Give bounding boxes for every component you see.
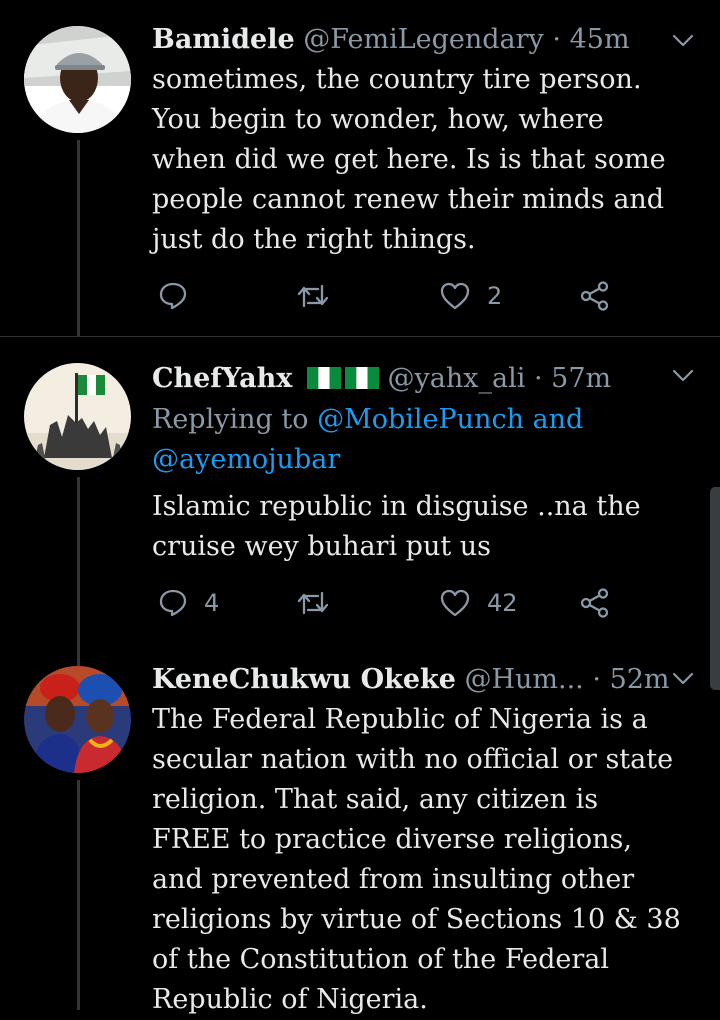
tweet-text-line: Islamic republic in disguise ..na the	[152, 491, 641, 522]
tweet-text: Islamic republic in disguise ..na the cr…	[152, 487, 697, 567]
tweet-text-line: just do the right things.	[152, 224, 476, 255]
replying-line: Replying to @MobilePunch and	[152, 400, 697, 440]
display-name[interactable]: Bamidele	[152, 24, 295, 55]
tweet-header: KeneChukwu Okeke @Hum... · 52m	[152, 660, 704, 700]
like-count: 42	[487, 589, 518, 617]
timestamp[interactable]: 57m	[551, 363, 611, 394]
tweet-text-line: FREE to practice diverse religions,	[152, 824, 632, 855]
avatar-bamidele[interactable]	[24, 26, 131, 133]
like-count: 2	[487, 282, 503, 310]
tweet-text: sometimes, the country tire person. You …	[152, 60, 697, 260]
display-name[interactable]: ChefYahx	[152, 363, 292, 394]
share-icon	[580, 281, 609, 311]
avatar-kenechukwu[interactable]	[24, 666, 131, 773]
thread-line	[77, 140, 80, 336]
avatar-chefyahx[interactable]	[24, 363, 131, 470]
tweet-text-line: and prevented from insulting other	[152, 864, 635, 895]
like-icon	[440, 282, 470, 310]
thread-line	[77, 640, 80, 666]
replying-label: Replying to	[152, 404, 309, 435]
thread-line	[77, 477, 80, 640]
reply-icon	[159, 282, 187, 310]
tweet-actions: 2	[152, 276, 622, 316]
tweet-kenechukwu[interactable]: KeneChukwu Okeke @Hum... · 52m The Feder…	[0, 640, 720, 1015]
display-name[interactable]: KeneChukwu Okeke	[152, 664, 456, 695]
separator-dot: ·	[552, 24, 561, 55]
tweet-bamidele[interactable]: Bamidele @FemiLegendary · 45m sometimes,…	[0, 0, 720, 337]
scrollbar[interactable]	[710, 487, 720, 690]
tweet-text-line: religion. That said, any citizen is	[152, 784, 599, 815]
user-handle[interactable]: @yahx_ali	[388, 363, 526, 394]
tweet-text-line: when did we get here. Is is that some	[152, 144, 666, 175]
tweet-text-line: people cannot renew their minds and	[152, 184, 665, 215]
like-button[interactable]: 42	[439, 583, 518, 623]
share-button[interactable]	[579, 276, 611, 316]
tweet-header: ChefYahx @yahx_ali · 57m	[152, 359, 704, 399]
user-handle[interactable]: @FemiLegendary	[303, 24, 544, 55]
mention-link[interactable]: @MobilePunch and	[317, 404, 583, 435]
user-handle[interactable]: @Hum...	[464, 664, 583, 695]
tweet-text-line: of the Constitution of the Federal	[152, 944, 609, 975]
tweet-text-line: cruise wey buhari put us	[152, 531, 492, 562]
retweet-icon	[297, 284, 329, 308]
chevron-down-icon[interactable]	[672, 369, 694, 383]
replying-to: Replying to @MobilePunch and @ayemojubar	[152, 400, 697, 480]
nigeria-flag-icon	[306, 367, 341, 389]
thread-line	[77, 780, 80, 1010]
retweet-icon	[297, 591, 329, 615]
tweet-chefyahx[interactable]: ChefYahx @yahx_ali · 57m Replying to @Mo…	[0, 337, 720, 640]
timestamp[interactable]: 45m	[570, 24, 630, 55]
reply-icon	[159, 589, 187, 617]
tweet-text-line: Republic of Nigeria.	[152, 984, 428, 1015]
like-icon	[440, 589, 470, 617]
tweet-text-line: religions by virtue of Sections 10 & 38	[152, 904, 681, 935]
retweet-button[interactable]	[296, 583, 330, 623]
tweet-text-line: secular nation with no official or state	[152, 744, 674, 775]
timestamp[interactable]: 52m	[610, 664, 670, 695]
tweet-text: The Federal Republic of Nigeria is a sec…	[152, 700, 697, 1020]
share-button[interactable]	[579, 583, 611, 623]
like-button[interactable]: 2	[439, 276, 502, 316]
reply-button[interactable]	[158, 276, 188, 316]
share-icon	[580, 588, 609, 618]
tweet-header: Bamidele @FemiLegendary · 45m	[152, 20, 704, 60]
tweet-actions: 4 42	[152, 583, 622, 623]
chevron-down-icon[interactable]	[672, 672, 694, 686]
tweet-text-line: The Federal Republic of Nigeria is a	[152, 704, 648, 735]
separator-dot: ·	[592, 664, 601, 695]
replying-line: @ayemojubar	[152, 440, 697, 480]
tweet-text-line: You begin to wonder, how, where	[152, 104, 604, 135]
nigeria-flag-icon	[344, 367, 379, 389]
reply-button[interactable]: 4	[158, 583, 219, 623]
chevron-down-icon[interactable]	[672, 34, 694, 48]
retweet-button[interactable]	[296, 276, 330, 316]
tweet-text-line: sometimes, the country tire person.	[152, 64, 642, 95]
reply-count: 4	[204, 589, 220, 617]
separator-dot: ·	[533, 363, 543, 394]
mention-link[interactable]: @ayemojubar	[152, 444, 340, 475]
